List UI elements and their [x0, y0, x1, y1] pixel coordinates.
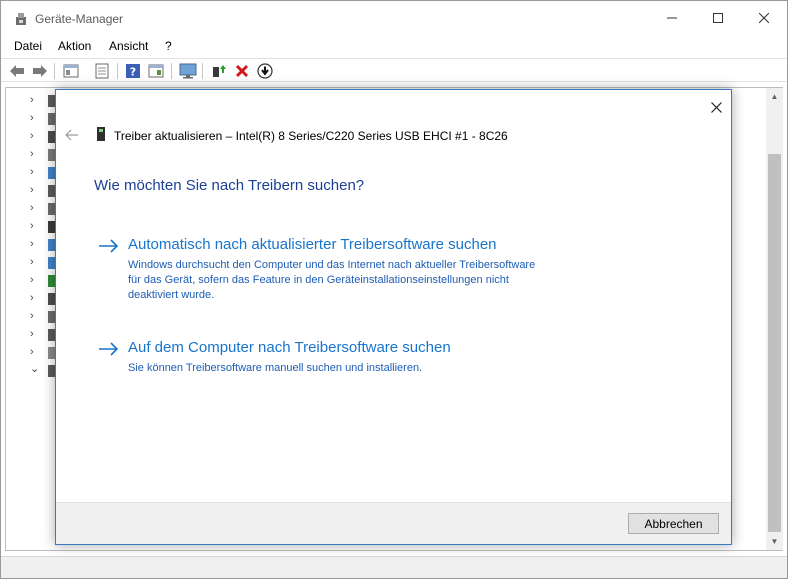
vertical-scrollbar[interactable]: ▲ ▼	[766, 88, 783, 550]
disable-device-button[interactable]	[256, 62, 274, 80]
option-title[interactable]: Automatisch nach aktualisierter Treibers…	[128, 236, 497, 253]
arrow-right-icon	[99, 239, 119, 253]
expand-chevron-icon[interactable]: ›	[30, 166, 34, 178]
dialog-back-button[interactable]	[64, 127, 80, 143]
device-manager-icon	[16, 13, 26, 25]
expand-chevron-icon[interactable]: ›	[30, 310, 34, 322]
help-icon: ?	[126, 64, 140, 79]
menu-ansicht[interactable]: Ansicht	[109, 39, 148, 53]
toolbar-separator	[54, 63, 55, 79]
option-title[interactable]: Auf dem Computer nach Treibersoftware su…	[128, 339, 451, 356]
expand-chevron-icon[interactable]: ›	[30, 274, 34, 286]
update-driver-dialog: Treiber aktualisieren – Intel(R) 8 Serie…	[55, 89, 732, 545]
scroll-up-icon[interactable]: ▲	[766, 88, 783, 105]
close-icon	[710, 101, 722, 113]
toolbar-separator	[202, 63, 203, 79]
expand-chevron-icon[interactable]: ›	[30, 292, 34, 304]
expand-chevron-icon[interactable]: ›	[30, 238, 34, 250]
menu-bar: Datei Aktion Ansicht ?	[1, 35, 787, 57]
menu-datei[interactable]: Datei	[14, 39, 42, 53]
maximize-button[interactable]	[695, 1, 741, 35]
monitor-scan-icon	[179, 63, 197, 79]
update-driver-icon	[213, 65, 226, 77]
expand-chevron-icon[interactable]: ›	[30, 328, 34, 340]
uninstall-button[interactable]	[233, 62, 251, 80]
dialog-footer: Abbrechen	[56, 502, 731, 544]
maximize-icon	[713, 13, 723, 23]
help-button[interactable]: ?	[124, 62, 142, 80]
back-arrow-icon	[65, 129, 78, 141]
minimize-button[interactable]	[649, 1, 695, 35]
menu-aktion[interactable]: Aktion	[58, 39, 91, 53]
expand-chevron-icon[interactable]: ›	[30, 256, 34, 268]
option-description: Windows durchsucht den Computer und das …	[128, 259, 536, 301]
menu-help[interactable]: ?	[165, 39, 172, 53]
uninstall-x-icon	[235, 64, 249, 78]
expand-chevron-icon[interactable]: ›	[30, 148, 34, 160]
scan-hardware-button[interactable]	[179, 62, 197, 80]
expand-chevron-icon[interactable]: ›	[30, 130, 34, 142]
close-window-button[interactable]	[741, 1, 787, 35]
toolbar-separator	[171, 63, 172, 79]
collapse-chevron-icon[interactable]: ⌄	[30, 362, 39, 375]
close-icon	[759, 13, 769, 23]
properties-button[interactable]	[93, 62, 111, 80]
show-hide-tree-icon	[63, 64, 79, 78]
forward-arrow-icon	[33, 65, 47, 77]
expand-chevron-icon[interactable]: ›	[30, 346, 34, 358]
status-bar	[1, 556, 787, 578]
expand-chevron-icon[interactable]: ›	[30, 184, 34, 196]
dialog-heading: Wie möchten Sie nach Treibern suchen?	[94, 177, 365, 194]
usb-device-icon	[97, 127, 105, 141]
window-title: Geräte-Manager	[35, 12, 124, 26]
back-button[interactable]	[8, 62, 26, 80]
expand-chevron-icon[interactable]: ›	[30, 112, 34, 124]
title-bar: Geräte-Manager	[1, 1, 787, 35]
update-driver-button[interactable]	[210, 62, 228, 80]
dialog-close-button[interactable]	[704, 96, 728, 118]
toolbar-separator	[117, 63, 118, 79]
back-arrow-icon	[10, 65, 24, 77]
svg-text:?: ?	[130, 66, 136, 79]
dialog-title: Treiber aktualisieren – Intel(R) 8 Serie…	[114, 129, 508, 143]
minimize-icon	[667, 17, 677, 19]
view-icon	[148, 64, 164, 78]
show-hide-tree-button[interactable]	[62, 62, 80, 80]
forward-button[interactable]	[31, 62, 49, 80]
properties-icon	[95, 63, 109, 79]
arrow-right-icon	[99, 342, 119, 356]
expand-chevron-icon[interactable]: ›	[30, 220, 34, 232]
expand-chevron-icon[interactable]: ›	[30, 94, 34, 106]
toolbar: ?	[1, 58, 787, 82]
option-description: Sie können Treibersoftware manuell suche…	[128, 362, 423, 374]
scrollbar-thumb[interactable]	[768, 154, 781, 532]
cancel-button[interactable]: Abbrechen	[628, 513, 719, 534]
scroll-down-icon[interactable]: ▼	[766, 533, 783, 550]
view-button[interactable]	[147, 62, 165, 80]
expand-chevron-icon[interactable]: ›	[30, 202, 34, 214]
disable-device-icon	[257, 63, 273, 79]
